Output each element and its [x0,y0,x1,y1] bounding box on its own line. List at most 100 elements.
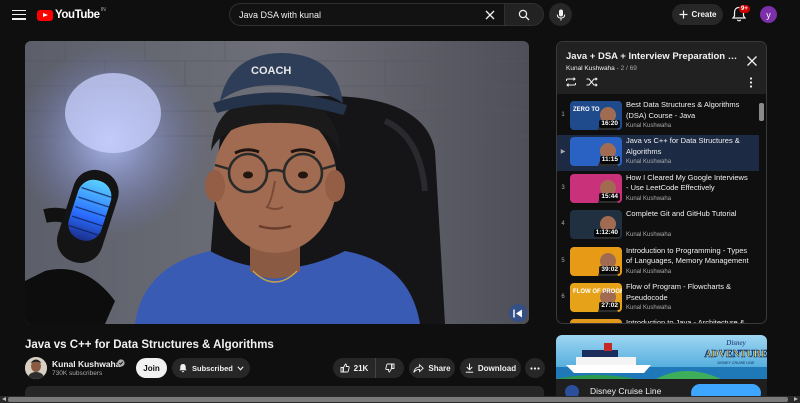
menu-icon[interactable] [11,7,27,23]
more-actions-button[interactable] [525,358,545,378]
youtube-logo[interactable]: YouTube IN [37,7,106,23]
playlist-item-title: Flow of Program - Flowcharts & Pseudocod… [626,282,732,302]
playlist-item-index: 5 [561,257,565,264]
playlist-item[interactable]: 6 FLOW OF PROGRAM 27:02 Flow of Program - F… [557,281,759,317]
playlist-item-thumbnail: 15:44 [570,173,622,203]
playlist-item-thumbnail [570,319,622,323]
playlist-item-channel: Kunal Kushwaha [626,159,672,166]
thumbnail-text: FLOW OF PROGRAM [573,289,622,295]
playlist-panel: Java + DSA + Interview Preparation Cours… [556,41,767,324]
thumbnail-image [570,319,622,323]
close-icon[interactable] [746,55,758,67]
plus-icon [679,10,688,19]
voice-search-button[interactable] [549,3,572,26]
playlist-item-channel: Kunal Kushwaha [626,232,672,239]
duration-badge: 1:12:40 [593,229,620,238]
microphone-icon [556,9,565,20]
playlist-item-title: Introduction to Java - Architecture & In… [626,318,745,324]
playlist-scrollbar[interactable] [759,99,764,323]
dislike-button[interactable] [376,358,404,378]
channel-avatar[interactable] [25,357,47,379]
duration-badge: 39:02 [599,265,620,274]
youtube-play-icon [37,9,53,21]
playlist-item-index: 1 [561,112,565,118]
thumbnail-bg [570,319,622,323]
video-player[interactable]: COACH [25,41,529,324]
playlist-item-index: ▶ [560,149,566,156]
channel-name[interactable]: Kunal Kushwaha [52,359,120,369]
search-box [229,3,504,26]
video-title: Java vs C++ for Data Structures & Algori… [25,339,274,351]
playlist-item-index: 6 [561,294,565,300]
playlist-item-title: Best Data Structures & Algorithms (DSA) … [626,100,740,120]
miniplayer-button[interactable] [509,304,527,322]
playlist-item[interactable]: ▶ 11:15 Java vs C++ for Data Structures & … [557,135,759,172]
playlist-item-thumbnail: ZERO TO 16:20 [570,101,622,130]
playlist-scrollbar-thumb[interactable] [759,103,764,121]
playlist-position: 2 / 69 [620,65,637,72]
playlist-item-thumbnail: 11:15 [570,137,622,167]
playlist-item[interactable]: 4 1:12:40 Complete Git and GitHub Tutorial… [557,208,759,244]
verified-icon [117,359,125,367]
thumbnail-text: ZERO TO [573,107,600,113]
thumbs-up-icon [340,363,350,373]
logo-text: YouTube [55,9,100,21]
like-dislike-group: 21K [333,358,404,378]
ad-card: Disney ADVENTURE DISNEY CRUISE LINE Disn… [556,335,767,403]
playlist-item-channel: Kunal Kushwaha [626,305,672,311]
playlist-item-channel: Kunal Kushwaha [626,123,672,129]
duration-badge: 16:20 [599,120,620,128]
playlist-item-channel: Kunal Kushwaha [626,268,672,275]
scroll-right-arrow-icon[interactable] [794,397,798,401]
playlist-item-index: 3 [561,184,565,191]
ad-banner-sub: DISNEY CRUISE LINE [718,361,755,365]
clear-search-icon[interactable] [484,9,496,21]
share-label: Share [428,363,451,373]
bell-icon [179,364,187,373]
playlist-item-thumbnail: 39:02 [570,246,622,276]
search-input[interactable] [239,9,479,20]
playlist-header: Java + DSA + Interview Preparation Cours… [557,42,766,94]
playlist-item-index: 4 [561,221,565,228]
ad-banner-brand: Disney [725,339,746,347]
playlist-item-title: Java vs C++ for Data Structures & Algori… [626,136,740,156]
like-count: 21K [353,363,369,373]
channel-avatar-image [25,357,47,379]
playlist-item-thumbnail: FLOW OF PROGRAM 27:02 [570,283,622,312]
chevron-down-icon [237,365,244,371]
account-avatar[interactable]: y [760,6,777,23]
playlist-item[interactable]: 7Introduction to Java - Architecture & I… [557,317,759,324]
create-label: Create [691,10,717,19]
cap-text: COACH [251,65,291,77]
subscribed-button[interactable]: Subscribed [172,358,250,378]
download-icon [465,363,474,373]
duration-badge: 15:44 [599,192,620,201]
share-button[interactable]: Share [409,358,455,378]
horizontal-scrollbar-thumb[interactable] [8,397,788,402]
playlist-item[interactable]: 1 ZERO TO 16:20 Best Data Structures & Algo… [557,99,759,135]
playlist-subtitle: Kunal Kushwaha - 2 / 69 [566,65,637,72]
playlist-item[interactable]: 5 39:02 Introduction to Programming - Type… [557,245,759,281]
scroll-left-arrow-icon[interactable] [2,397,6,401]
horizontal-scrollbar[interactable] [0,396,800,403]
duration-badge: 27:02 [599,302,620,310]
loop-icon[interactable] [565,77,577,87]
playlist-item-channel: Kunal Kushwaha [626,195,672,202]
playlist-title[interactable]: Java + DSA + Interview Preparation Cours… [566,51,741,62]
ad-banner[interactable]: Disney ADVENTURE DISNEY CRUISE LINE [556,335,767,379]
shuffle-icon[interactable] [586,77,598,87]
masthead: YouTube IN Create 9 [0,0,800,30]
notification-badge: 9+ [739,5,750,13]
video-frame: COACH [25,41,529,324]
subscribed-label: Subscribed [192,363,233,373]
playlist-owner[interactable]: Kunal Kushwaha [566,65,615,72]
more-vertical-icon[interactable] [749,77,753,88]
create-button[interactable]: Create [672,4,723,25]
join-button[interactable]: Join [136,358,167,378]
download-button[interactable]: Download [460,358,521,378]
search-button[interactable] [504,3,544,26]
like-button[interactable]: 21K [333,358,376,378]
playlist-item[interactable]: 3 15:44 How I Cleared My Google Interviews… [557,172,759,208]
playlist-item-title: How I Cleared My Google Interviews - Use… [626,172,748,193]
ad-banner-image: Disney ADVENTURE DISNEY CRUISE LINE [556,335,767,379]
